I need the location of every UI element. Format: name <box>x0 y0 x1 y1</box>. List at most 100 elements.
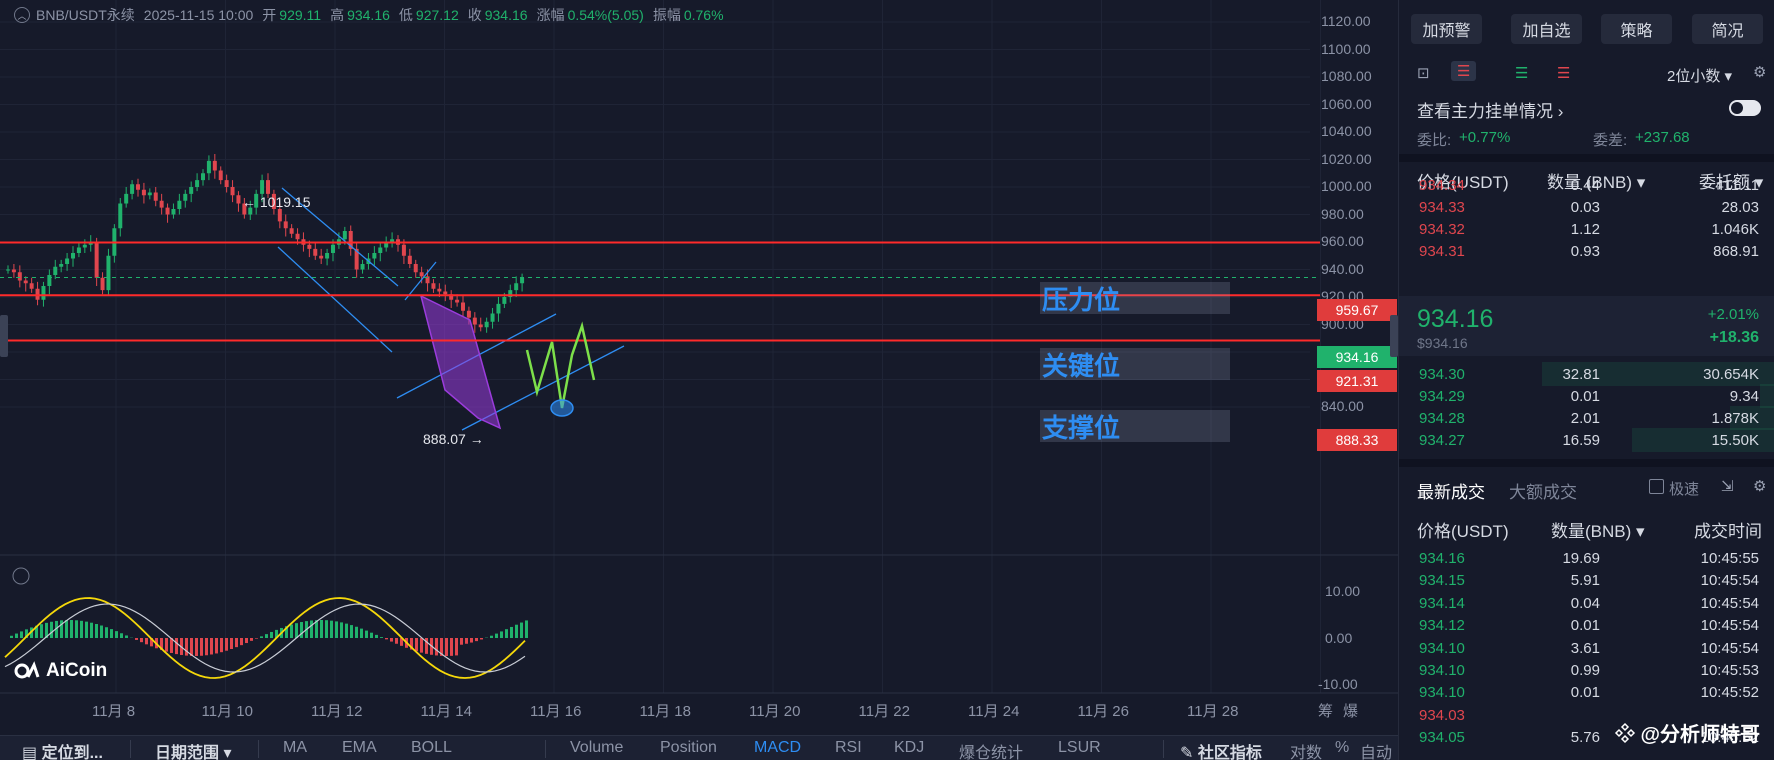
trades-settings-icon[interactable]: ⚙ <box>1753 477 1766 495</box>
tab-large-trades[interactable]: 大额成交 <box>1509 478 1577 503</box>
macd-histogram-bar <box>70 620 73 638</box>
candle-body <box>413 264 418 273</box>
community-indicators-button[interactable]: ✎ 社区指标 <box>1180 739 1262 760</box>
macd-histogram-bar <box>115 631 118 638</box>
macd-histogram-bar <box>20 631 23 638</box>
trade-row[interactable]: 934.10 0.01 10:45:52 <box>1399 680 1774 705</box>
macd-histogram-bar <box>230 638 233 650</box>
decimals-select[interactable]: 2位小数 ▾ <box>1667 65 1732 86</box>
date-range-button[interactable]: 日期范围 ▾ <box>155 739 232 760</box>
volume-button[interactable]: Volume <box>570 739 623 757</box>
trade-row[interactable]: 934.10 0.99 10:45:53 <box>1399 658 1774 683</box>
orderbook-layout-icon[interactable]: ⊡ <box>1417 64 1430 82</box>
candle-body <box>342 231 347 240</box>
ask-row-qty: 0.44 <box>1570 177 1600 194</box>
trade-row-price: 934.14 <box>1419 594 1465 612</box>
trade-row[interactable]: 934.14 0.04 10:45:54 <box>1399 591 1774 616</box>
ask-row-price: 934.33 <box>1419 199 1465 216</box>
macd-histogram-bar <box>505 629 508 638</box>
macd-histogram-bar <box>210 638 213 655</box>
macd-histogram-bar <box>455 638 458 656</box>
liquidation-button[interactable]: 爆 <box>1343 700 1358 721</box>
trade-row-price: 934.10 <box>1419 684 1465 702</box>
candle-body <box>100 277 105 291</box>
community-label: 社区指标 <box>1197 745 1262 760</box>
macd-histogram-bar <box>370 632 373 638</box>
indicator-toolbar: ▤ 定位到... 日期范围 ▾ MA EMA BOLL Volume Posit… <box>0 735 1398 760</box>
kdj-button[interactable]: KDJ <box>894 739 924 757</box>
ma-button[interactable]: MA <box>283 739 307 757</box>
high-mark: ← 1019.15 <box>242 194 311 210</box>
depth-toggle[interactable] <box>1729 100 1761 116</box>
macd-histogram-bar <box>225 638 228 651</box>
position-button[interactable]: Position <box>660 739 717 757</box>
percent-scale-button[interactable]: % <box>1335 739 1349 757</box>
candle-body <box>11 269 16 273</box>
macd-histogram-bar <box>80 620 83 638</box>
orderbook-asks-icon[interactable]: ☰ <box>1557 64 1570 82</box>
add-alert-button[interactable]: 加预警 <box>1411 14 1482 44</box>
macd-histogram-bar <box>350 625 353 638</box>
trade-row[interactable]: 934.10 3.61 10:45:54 <box>1399 636 1774 661</box>
close-value: 934.16 <box>484 7 528 23</box>
orderbook-bids-icon[interactable]: ☰ <box>1515 64 1528 82</box>
macd-histogram-bar <box>140 638 143 643</box>
trade-row-value: 10:45:52 <box>1700 684 1759 702</box>
trade-row[interactable]: 934.15 5.91 10:45:54 <box>1399 568 1774 593</box>
bid-row-value: 1.878K <box>1711 410 1759 427</box>
macd-histogram-bar <box>205 638 208 656</box>
bid-row-value: 15.50K <box>1711 432 1759 449</box>
lsur-button[interactable]: LSUR <box>1058 739 1101 757</box>
trade-row-price: 934.10 <box>1419 639 1465 657</box>
rsi-button[interactable]: RSI <box>835 739 862 757</box>
trade-row[interactable]: 934.12 0.01 10:45:54 <box>1399 613 1774 638</box>
auto-scale-button[interactable]: 自动 <box>1360 739 1392 760</box>
filter-icon[interactable]: ⇲ <box>1721 477 1734 495</box>
candle-body <box>141 189 146 196</box>
right-drawer-handle[interactable] <box>1390 315 1398 357</box>
date-tick: 11月 18 <box>639 703 691 720</box>
macd-histogram-bar <box>510 626 513 638</box>
collapse-icon[interactable]: ︿ <box>14 7 30 23</box>
macd-histogram-bar <box>500 631 503 638</box>
settings-icon[interactable]: ⚙ <box>1753 63 1766 81</box>
macd-button[interactable]: MACD <box>754 739 801 757</box>
candle-body <box>130 184 135 194</box>
fast-checkbox[interactable] <box>1649 479 1664 494</box>
log-scale-button[interactable]: 对数 <box>1290 739 1322 760</box>
macd-histogram-bar <box>465 638 468 644</box>
macd-histogram-bar <box>185 638 188 656</box>
locate-button[interactable]: ▤ 定位到... <box>22 739 103 760</box>
tab-latest-trades[interactable]: 最新成交 <box>1417 478 1485 503</box>
chip-button[interactable]: 筹 <box>1318 700 1333 721</box>
orderbook-both-icon[interactable]: ☰ <box>1451 61 1477 81</box>
high-label: 高 <box>330 7 345 23</box>
liquidation-stats-button[interactable]: 爆仓统计 <box>959 739 1023 760</box>
trades-col-qty[interactable]: 数量(BNB) ▾ <box>1551 517 1645 542</box>
ask-row[interactable]: 934.31 0.93 868.91 <box>1399 239 1774 264</box>
overview-button[interactable]: 简况 <box>1692 14 1763 44</box>
macd-histogram-bar <box>340 622 343 638</box>
toggle-knob <box>1731 102 1743 114</box>
trade-row-qty: 5.76 <box>1570 729 1600 747</box>
candle-body <box>136 184 140 190</box>
boll-button[interactable]: BOLL <box>411 739 452 757</box>
left-drawer-handle[interactable] <box>0 315 8 357</box>
last-price-box: 934.16 $934.16 +2.01% +18.36 <box>1399 296 1774 356</box>
datetime-label: 2025-11-15 10:00 <box>143 7 254 23</box>
macd-histogram-bar <box>125 635 128 638</box>
macd-histogram-bar <box>195 638 198 656</box>
ema-button[interactable]: EMA <box>342 739 377 757</box>
depth-link[interactable]: 查看主力挂单情况 › <box>1417 97 1563 122</box>
macd-histogram-bar <box>390 638 393 642</box>
trade-row[interactable]: 934.16 19.69 10:45:55 <box>1399 546 1774 571</box>
last-pct: +2.01% <box>1707 306 1759 323</box>
strategy-button[interactable]: 策略 <box>1601 14 1672 44</box>
ask-row-price: 934.34 <box>1419 177 1465 194</box>
add-watchlist-button[interactable]: 加自选 <box>1511 14 1582 44</box>
candle-body <box>283 221 288 229</box>
macd-histogram-bar <box>295 623 298 638</box>
trade-row-qty: 3.61 <box>1570 639 1600 657</box>
chart-area[interactable]: ︿ BNB/USDT永续 2025-11-15 10:00 开 929.11 高9… <box>0 0 1398 760</box>
bid-row[interactable]: 934.27 16.59 15.50K <box>1399 428 1774 453</box>
